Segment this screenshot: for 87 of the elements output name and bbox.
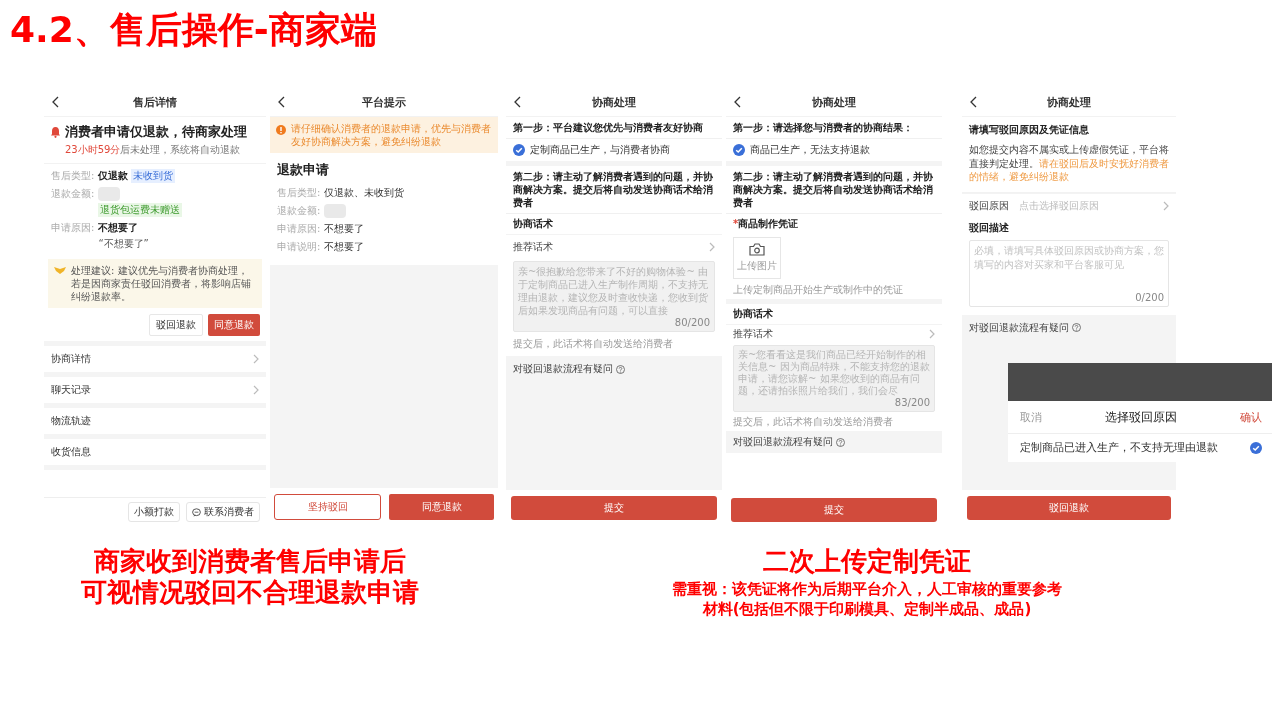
option-label[interactable]: 定制商品已生产，与消费者协商 — [530, 143, 670, 157]
screen-title: 售后详情 — [132, 94, 178, 110]
screen-title: 协商处理 — [811, 94, 857, 110]
advice-text: 处理建议: 建议优先与消费者协商处理，若是因商家责任驳回消费者，将影响店铺纠纷退款率。 — [71, 264, 252, 303]
step-text: 第二步：请主动了解消费者遇到的问题，并协商解决方案。提交后将自动发送协商话术给消费者 — [726, 166, 942, 214]
back-icon[interactable] — [970, 96, 977, 108]
reject-button[interactable]: 坚持驳回 — [274, 494, 381, 520]
menu-label: 聊天记录 — [51, 383, 91, 397]
slide-title: 4.2、售后操作-商家端 — [9, 8, 378, 52]
step-text: 第一步：平台建议您优先与消费者友好协商 — [506, 117, 722, 139]
screen-title: 协商处理 — [591, 94, 637, 110]
reason-quote: “不想要了” — [98, 237, 149, 251]
field-label: 退款金额: — [277, 204, 321, 218]
menu-label: 物流轨迹 — [51, 414, 91, 428]
hint-text: 上传定制商品开始生产或制作中的凭证 — [732, 283, 904, 297]
section-label: 商品制作凭证 — [738, 218, 799, 229]
shipping-tag: 退货包运费未赠送 — [98, 203, 183, 217]
menu-label: 收货信息 — [51, 445, 91, 459]
select-row[interactable]: 推荐话术 — [506, 234, 722, 259]
hint-text: 提交后，此话术将自动发送给消费者 — [732, 415, 894, 429]
back-icon[interactable] — [278, 96, 285, 108]
char-counter: 80/200 — [674, 317, 710, 328]
menu-item[interactable]: 聊天记录 — [44, 377, 266, 408]
field-label: 售后类型: — [51, 169, 95, 183]
agree-button[interactable]: 同意退款 — [208, 314, 260, 336]
caption-text: 可视情况驳回不合理退款申请 — [81, 577, 419, 608]
field-value: 不想要了 — [98, 221, 139, 235]
section-title: 退款申请 — [276, 161, 330, 179]
section-label: 协商话术 — [513, 218, 553, 229]
bell-icon — [50, 126, 61, 138]
submit-button[interactable]: 驳回退款 — [967, 496, 1171, 520]
chat-icon — [192, 507, 201, 517]
field-label: 申请说明: — [277, 240, 321, 254]
char-counter: 0/200 — [1135, 291, 1164, 303]
menu-item[interactable]: 协商详情 — [44, 346, 266, 377]
hint-text: 提交后，此话术将自动发送给消费者 — [512, 337, 674, 351]
back-icon[interactable] — [514, 96, 521, 108]
status-title: 消费者申请仅退款，待商家处理 — [65, 123, 247, 141]
field-label: 申请原因: — [277, 222, 321, 236]
section-label: 驳回描述 — [969, 221, 1009, 233]
select-row[interactable]: 推荐话术 — [726, 324, 942, 343]
screen-title: 协商处理 — [1046, 94, 1092, 110]
field-value: 不想要了 — [324, 240, 365, 254]
menu-item[interactable]: 物流轨迹 — [44, 408, 266, 439]
bar-button[interactable]: 联系消费者 — [186, 502, 260, 522]
sheet-title: 选择驳回原因 — [1105, 408, 1177, 426]
submit-button[interactable]: 提交 — [731, 498, 937, 522]
reject-button[interactable]: 驳回退款 — [149, 314, 203, 336]
countdown-note: 23小时59分后未处理，系统将自动退款 — [64, 143, 242, 157]
notice-text: 如您提交内容不属实或上传虚假凭证，平台将直接判定处理。请在驳回后及时安抚好消费者的情绪，避免纠纷退款 — [962, 140, 1176, 193]
banner-text: 请仔细确认消费者的退款申请，优先与消费者友好协商解决方案，避免纠纷退款 — [291, 122, 492, 148]
exclamation-circle-icon — [276, 125, 286, 135]
status-tag: 未收到货 — [131, 169, 176, 183]
reason-option[interactable]: 定制商品已进入生产，不支持无理由退款 — [1008, 434, 1272, 462]
upload-label: 上传图片 — [737, 259, 777, 273]
caption-text: 二次上传定制凭证 — [763, 546, 971, 577]
back-icon[interactable] — [52, 96, 59, 108]
help-link[interactable]: 对驳回退款流程有疑问 — [513, 362, 613, 376]
submit-button[interactable]: 提交 — [511, 496, 717, 520]
ribbon-icon — [54, 266, 66, 275]
question-circle-icon — [616, 364, 625, 374]
confirm-button[interactable]: 确认 — [1240, 409, 1262, 425]
help-link[interactable]: 对驳回退款流程有疑问 — [969, 320, 1069, 335]
menu-label: 协商详情 — [51, 352, 91, 366]
question-circle-icon — [1072, 323, 1081, 332]
option-label[interactable]: 商品已生产，无法支持退款 — [750, 143, 870, 157]
step-text: 第一步：请选择您与消费者的协商结果： — [726, 117, 942, 139]
form-heading: 请填写驳回原因及凭证信息 — [968, 123, 1090, 137]
camera-icon — [749, 243, 765, 256]
field-value: 仅退款、未收到货 — [324, 186, 405, 200]
question-circle-icon — [836, 437, 845, 447]
field-value: 仅退款 — [98, 169, 129, 183]
caption-note: 需重视：该凭证将作为后期平台介入，人工审核的重要参考材料(包括但不限于印刷模具、定制半成品、成品) — [671, 579, 1063, 619]
step-text: 第二步：请主动了解消费者遇到的问题，并协商解决方案。提交后将自动发送协商话术给消费者 — [506, 166, 722, 214]
required-mark: * — [733, 218, 739, 229]
section-label: 协商话术 — [733, 308, 773, 319]
field-value: 不想要了 — [324, 222, 365, 236]
caption-text: 商家收到消费者售后申请后 — [94, 546, 406, 577]
field-label: 申请原因: — [51, 221, 95, 235]
char-counter: 83/200 — [894, 397, 930, 408]
field-label: 售后类型: — [277, 186, 321, 200]
menu-item[interactable]: 收货信息 — [44, 439, 266, 470]
submit-button[interactable]: 同意退款 — [389, 494, 494, 520]
bar-button[interactable]: 小额打款 — [128, 502, 180, 522]
field-label: 退款金额: — [51, 187, 95, 201]
back-icon[interactable] — [734, 96, 741, 108]
screen-title: 平台提示 — [361, 94, 407, 110]
